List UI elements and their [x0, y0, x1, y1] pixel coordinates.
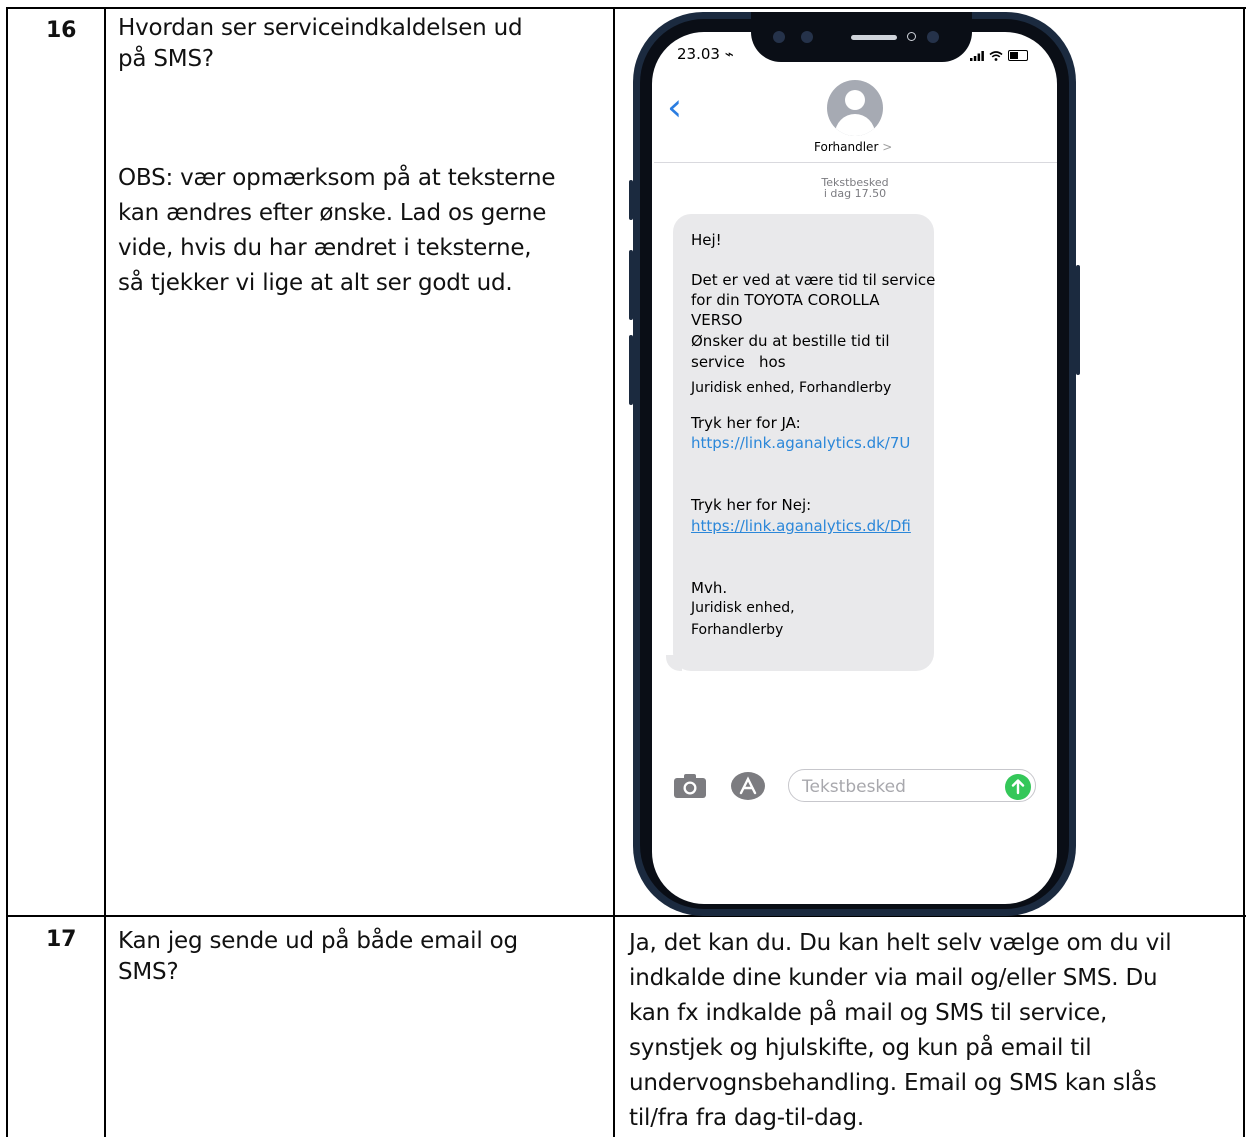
- answer-text: Ja, det kan du. Du kan helt selv vælge o…: [629, 926, 1172, 1136]
- row-number: 16: [46, 18, 77, 43]
- message-line: Ønsker du at bestille tid til: [691, 332, 890, 350]
- signal-icon: [970, 50, 984, 61]
- contact-name[interactable]: Forhandler >: [814, 140, 892, 154]
- table-border-right: [1243, 7, 1245, 1137]
- table-divider-col1: [104, 7, 106, 1137]
- wifi-icon: [989, 50, 1003, 61]
- header-divider: [654, 162, 1057, 163]
- question-line: Hvordan ser serviceindkaldelsen ud: [118, 15, 523, 41]
- question-line: på SMS?: [118, 46, 214, 72]
- message-line: Juridisk enhed,: [691, 600, 795, 616]
- app-store-icon[interactable]: [730, 771, 766, 801]
- status-icons: [970, 48, 1028, 62]
- row-number: 17: [46, 927, 77, 952]
- question-text: Kan jeg sende ud på både email og SMS?: [118, 926, 518, 988]
- message-line: Tryk her for Nej:: [691, 496, 812, 514]
- answer-line: kan fx indkalde på mail og SMS til servi…: [629, 1000, 1108, 1026]
- question-line: SMS?: [118, 959, 179, 985]
- message-line: Hej!: [691, 231, 722, 249]
- camera-lens-icon: [801, 31, 813, 43]
- note-line: så tjekker vi lige at alt ser godt ud.: [118, 270, 513, 296]
- send-arrow-icon[interactable]: [1005, 774, 1031, 800]
- message-line: service hos: [691, 353, 786, 371]
- message-meta: Tekstbesked i dag 17.50: [790, 177, 920, 199]
- message-line: Tryk her for JA:: [691, 414, 801, 432]
- answer-line: til/fra fra dag-til-dag.: [629, 1105, 864, 1131]
- answer-line: undervognsbehandling. Email og SMS kan s…: [629, 1070, 1157, 1096]
- back-chevron-icon[interactable]: ‹: [667, 88, 682, 126]
- status-time: 23.03 ⌁: [677, 45, 734, 63]
- message-input-placeholder: Tekstbesked: [802, 777, 906, 797]
- message-line: VERSO: [691, 311, 743, 329]
- message-line: Forhandlerby: [691, 622, 784, 638]
- question-text: Hvordan ser serviceindkaldelsen ud på SM…: [118, 13, 523, 75]
- note-line: OBS: vær opmærksom på at teksterne: [118, 165, 556, 191]
- sensor-icon: [907, 32, 916, 41]
- battery-icon: [1007, 50, 1028, 61]
- speaker-icon: [851, 35, 897, 40]
- no-link[interactable]: https://link.aganalytics.dk/Dfi: [691, 516, 911, 536]
- table-border-left: [6, 7, 8, 1137]
- table-border-top: [6, 7, 1246, 9]
- contact-chevron-icon: >: [882, 140, 893, 154]
- message-input[interactable]: Tekstbesked: [788, 769, 1036, 802]
- answer-line: Ja, det kan du. Du kan helt selv vælge o…: [629, 930, 1172, 956]
- message-line: Juridisk enhed, Forhandlerby: [691, 380, 892, 396]
- phone-side-button: [1076, 265, 1080, 375]
- message-line: Mvh.: [691, 579, 728, 597]
- contact-name-label: Forhandler: [814, 140, 879, 154]
- camera-lens-icon: [927, 31, 939, 43]
- answer-line: indkalde dine kunder via mail og/eller S…: [629, 965, 1158, 991]
- answer-line: synstjek og hjulskifte, og kun på email …: [629, 1035, 1092, 1061]
- avatar-icon[interactable]: [827, 80, 883, 136]
- note-line: kan ændres efter ønske. Lad os gerne: [118, 200, 547, 226]
- camera-icon[interactable]: [674, 774, 706, 798]
- table-divider-col2: [613, 7, 615, 1137]
- note-text: OBS: vær opmærksom på at teksterne kan æ…: [118, 161, 556, 301]
- question-line: Kan jeg sende ud på både email og: [118, 928, 518, 954]
- yes-link[interactable]: https://link.aganalytics.dk/7U: [691, 433, 910, 453]
- camera-lens-icon: [773, 31, 785, 43]
- table-row-divider: [6, 915, 1246, 917]
- message-line: for din TOYOTA COROLLA: [691, 291, 880, 309]
- note-line: vide, hvis du har ændret i teksterne,: [118, 235, 532, 261]
- message-line: Det er ved at være tid til service: [691, 271, 936, 289]
- message-meta-time: i dag 17.50: [823, 187, 887, 200]
- phone-notch: [751, 12, 972, 62]
